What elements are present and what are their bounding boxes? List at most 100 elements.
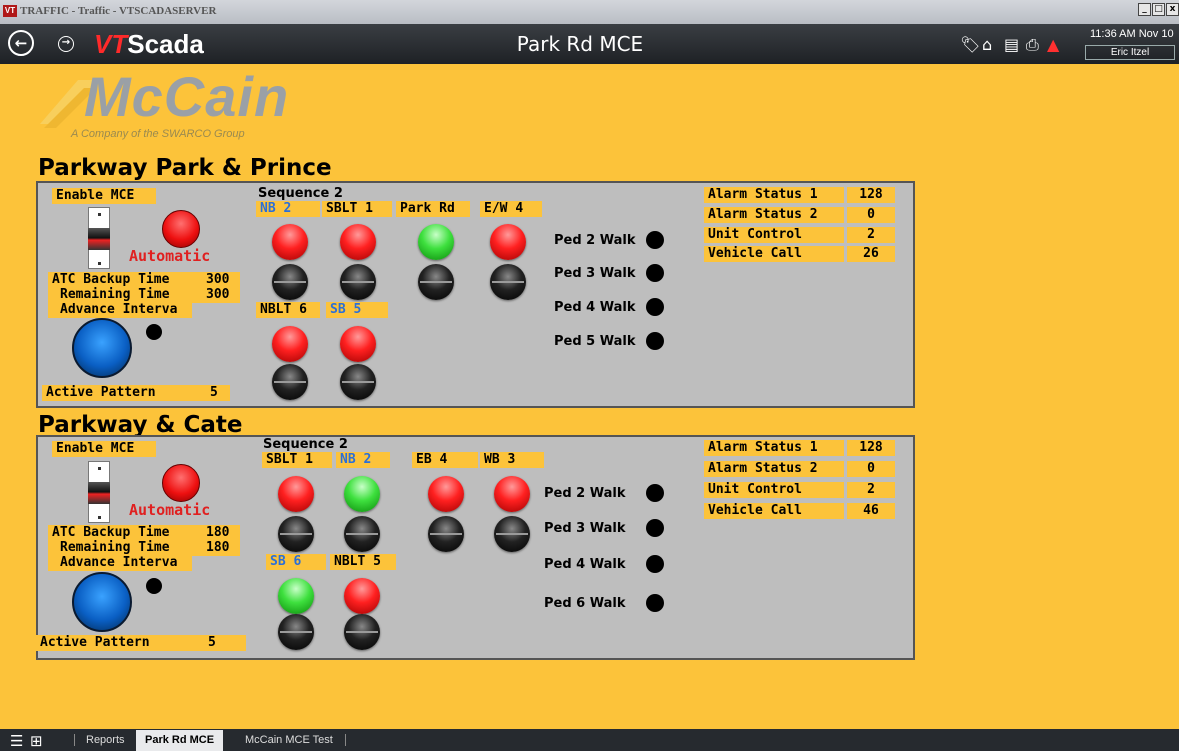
- user-field[interactable]: Eric Itzel: [1085, 45, 1175, 60]
- signal-light-off: [418, 264, 454, 300]
- phase-header: NBLT 6: [256, 302, 320, 318]
- signal-light-off: [278, 614, 314, 650]
- minimize-icon[interactable]: _: [1138, 3, 1151, 16]
- signal-light-green: [344, 476, 380, 512]
- active-pattern-row: Active Pattern 5: [36, 635, 246, 651]
- remaining-time-row: Remaining Time 180: [48, 540, 240, 556]
- status-value: 0: [847, 207, 895, 223]
- ped-walk-label: Ped 3 Walk: [554, 266, 636, 281]
- status-label: Alarm Status 1: [704, 440, 844, 456]
- sequence-label: Sequence 2: [263, 437, 348, 452]
- intersection-title: Parkway Park & Prince: [38, 155, 332, 181]
- phase-header: NB 2: [256, 201, 320, 217]
- remaining-time-row: Remaining Time 300: [48, 287, 240, 303]
- advance-interval-button[interactable]: [72, 572, 132, 632]
- clock: 11:36 AM Nov 10: [1090, 28, 1174, 40]
- signal-light-off: [344, 614, 380, 650]
- ped-walk-indicator: [646, 231, 664, 249]
- phase-header: E/W 4: [480, 201, 542, 217]
- signal-light-green: [278, 578, 314, 614]
- enable-mce-button[interactable]: [162, 464, 200, 502]
- enable-mce-button[interactable]: [162, 210, 200, 248]
- signal-light-red: [272, 326, 308, 362]
- phase-header: SBLT 1: [322, 201, 392, 217]
- enable-mce-label: Enable MCE: [52, 441, 156, 457]
- divider: [74, 734, 75, 746]
- ped-walk-indicator: [646, 594, 664, 612]
- active-pattern-row: Active Pattern 5: [42, 385, 230, 401]
- enable-switch[interactable]: [88, 461, 110, 523]
- signal-light-off: [272, 264, 308, 300]
- enable-switch[interactable]: [88, 207, 110, 269]
- maximize-icon[interactable]: □: [1152, 3, 1165, 16]
- status-value: 46: [847, 503, 895, 519]
- tag-icon[interactable]: 🏷: [960, 35, 980, 54]
- ped-walk-indicator: [646, 484, 664, 502]
- tab-mccain-mce-test[interactable]: McCain MCE Test: [245, 734, 333, 746]
- phase-header: SBLT 1: [262, 452, 332, 468]
- ped-walk-indicator: [646, 264, 664, 282]
- mccain-logo: McCain: [84, 65, 290, 128]
- status-value: 0: [847, 461, 895, 477]
- signal-light-red: [272, 224, 308, 260]
- print-icon[interactable]: ⎙: [1026, 35, 1039, 55]
- home-network-icon[interactable]: ⌂: [982, 35, 992, 54]
- close-icon[interactable]: x: [1166, 3, 1179, 16]
- signal-light-red: [340, 224, 376, 260]
- signal-light-off: [490, 264, 526, 300]
- status-label: Alarm Status 2: [704, 207, 844, 223]
- status-value: 2: [847, 482, 895, 498]
- atc-backup-row: ATC Backup Time 300: [48, 272, 240, 288]
- status-label: Vehicle Call: [704, 246, 844, 262]
- ped-walk-label: Ped 2 Walk: [544, 486, 626, 501]
- advance-interval-label: Advance Interva: [48, 302, 192, 318]
- ped-walk-indicator: [646, 519, 664, 537]
- status-label: Vehicle Call: [704, 503, 844, 519]
- ped-walk-label: Ped 4 Walk: [554, 300, 636, 315]
- atc-backup-row: ATC Backup Time 180: [48, 525, 240, 541]
- phase-header: SB 6: [266, 554, 326, 570]
- signal-light-green: [418, 224, 454, 260]
- ped-walk-label: Ped 3 Walk: [544, 521, 626, 536]
- status-label: Unit Control: [704, 482, 844, 498]
- signal-light-off: [494, 516, 530, 552]
- signal-light-red: [490, 224, 526, 260]
- sequence-label: Sequence 2: [258, 186, 343, 201]
- tab-park-rd-mce[interactable]: Park Rd MCE: [136, 730, 224, 751]
- tab-reports[interactable]: Reports: [86, 734, 125, 746]
- advance-interval-button[interactable]: [72, 318, 132, 378]
- app-icon: VT: [3, 5, 17, 17]
- signal-light-off: [340, 264, 376, 300]
- signal-light-off: [428, 516, 464, 552]
- back-arrow-icon[interactable]: ←: [8, 30, 34, 56]
- signal-light-off: [344, 516, 380, 552]
- signal-light-red: [340, 326, 376, 362]
- ped-walk-label: Ped 2 Walk: [554, 233, 636, 248]
- ped-walk-label: Ped 6 Walk: [544, 596, 626, 611]
- signal-light-red: [494, 476, 530, 512]
- mode-status: Automatic: [129, 501, 211, 519]
- status-value: 128: [847, 440, 895, 456]
- status-value: 26: [847, 246, 895, 262]
- status-label: Alarm Status 1: [704, 187, 844, 203]
- mode-status: Automatic: [129, 247, 211, 265]
- report-icon[interactable]: ▤: [1004, 35, 1019, 54]
- alarm-bell-icon[interactable]: ▲: [1047, 35, 1059, 54]
- status-value: 128: [847, 187, 895, 203]
- menu-icon[interactable]: ☰: [10, 732, 23, 750]
- phase-header: SB 5: [326, 302, 388, 318]
- phase-header: WB 3: [480, 452, 544, 468]
- ped-walk-indicator: [646, 332, 664, 350]
- signal-light-off: [340, 364, 376, 400]
- phase-header: NB 2: [336, 452, 390, 468]
- vtscada-logo: VTScada: [94, 29, 204, 59]
- phase-header: NBLT 5: [330, 554, 396, 570]
- signal-light-red: [344, 578, 380, 614]
- signal-light-red: [278, 476, 314, 512]
- screen-title: Park Rd MCE: [516, 32, 644, 56]
- enable-mce-label: Enable MCE: [52, 188, 156, 204]
- grid-icon[interactable]: ⊞: [30, 732, 43, 750]
- advance-interval-label: Advance Interva: [48, 555, 192, 571]
- status-value: 2: [847, 227, 895, 243]
- forward-arrow-icon[interactable]: →: [58, 36, 74, 52]
